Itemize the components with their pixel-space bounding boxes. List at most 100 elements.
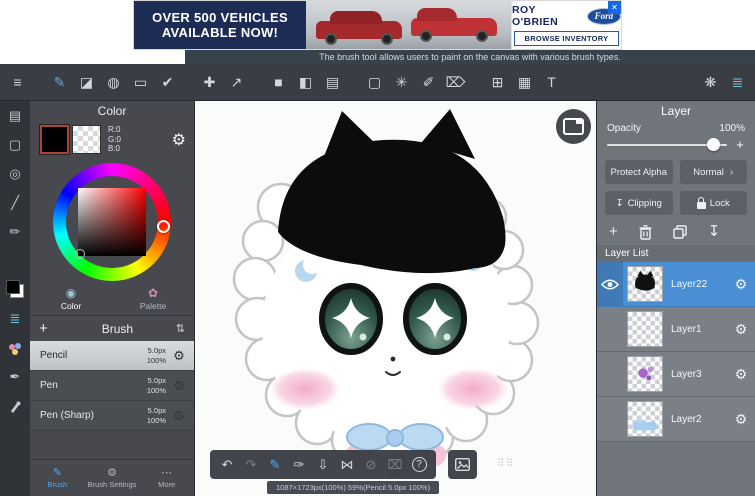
current-color-swatch[interactable] [6, 280, 24, 298]
shape-tool-icon[interactable]: ▭ [127, 64, 154, 100]
fullscreen-button[interactable] [556, 109, 591, 144]
sv-marker[interactable] [75, 249, 85, 259]
clear-icon[interactable]: ⌧ [383, 450, 407, 479]
lock-icon [697, 202, 706, 209]
magic-wand-tool-icon[interactable]: ✳ [388, 64, 415, 100]
brush-settings-gear-icon[interactable]: ⚙ [170, 348, 188, 364]
quick-toolbar: ↶↷✎✑⇩⋈⊘⌧? [210, 450, 436, 479]
delete-layer-button[interactable] [639, 225, 652, 240]
save-icon[interactable]: ⇩ [311, 450, 335, 479]
transparent-color-swatch[interactable] [72, 125, 101, 154]
select-rect-tool-icon[interactable]: ▢ [361, 64, 388, 100]
layers-panel-icon[interactable]: ≣ [724, 64, 751, 100]
layer-panel: Layer Opacity 100% + Protect Alpha Norma… [596, 101, 755, 496]
brush-row[interactable]: Pen (Sharp) 5.0px100% ⚙ [30, 401, 194, 431]
divide-view-icon[interactable]: ⊞ [484, 64, 511, 100]
opacity-plus-button[interactable]: + [735, 137, 745, 152]
layer-row-layer3[interactable]: Layer3 ⚙ [597, 352, 755, 397]
opacity-slider-thumb[interactable] [707, 138, 720, 151]
layer-row-layer22[interactable]: Layer22 ⚙ [597, 262, 755, 307]
correct-tool-icon[interactable]: ✔ [154, 64, 181, 100]
color-wheel[interactable] [53, 163, 171, 281]
layer-row-layer2[interactable]: Layer2 ⚙ [597, 397, 755, 442]
duplicate-layer-button[interactable] [673, 225, 687, 239]
lock-button[interactable]: Lock [680, 191, 748, 215]
clipping-button[interactable]: ↧ Clipping [605, 191, 673, 215]
select-pen-tool-icon[interactable]: ✐ [415, 64, 442, 100]
layer-visibility-toggle[interactable] [597, 307, 623, 351]
chevron-right-icon: › [730, 167, 733, 178]
layer-settings-gear-icon[interactable]: ⚙ [731, 276, 751, 293]
material-panel-icon[interactable]: ▦ [511, 64, 538, 100]
layer-settings-gear-icon[interactable]: ⚙ [731, 321, 751, 338]
smudge-tool-icon[interactable]: ◍ [100, 64, 127, 100]
foreground-color-swatch[interactable] [40, 125, 69, 154]
move-tool-icon[interactable]: ✚ [196, 64, 223, 100]
add-layer-button[interactable]: + [609, 224, 618, 240]
hand-color-picker-icon[interactable] [0, 333, 30, 362]
zoom-tool-icon[interactable]: ◎ [0, 159, 30, 188]
menu-icon[interactable]: ≡ [4, 64, 31, 100]
ad-banner[interactable]: OVER 500 VEHICLES AVAILABLE NOW! ROY O'B… [133, 0, 622, 50]
layer-thumbnail [627, 311, 663, 347]
eyedropper-strip-icon[interactable] [0, 391, 30, 420]
brush-row[interactable]: Pen 5.0px100% ⚙ [30, 371, 194, 401]
layer-panel-title: Layer [597, 101, 755, 122]
tab-more[interactable]: ⋯ More [139, 460, 194, 496]
layer-settings-gear-icon[interactable]: ⚙ [731, 411, 751, 428]
pencil-strip-icon[interactable]: ✏ [0, 217, 30, 246]
brush-sort-icon[interactable]: ⇅ [176, 322, 185, 335]
hue-marker[interactable] [157, 220, 170, 233]
tab-color[interactable]: ◉ Color [30, 285, 112, 315]
select-eraser-tool-icon[interactable]: ⌦ [442, 64, 469, 100]
guide-off-icon[interactable]: ⊘ [359, 450, 383, 479]
flip-icon[interactable]: ⋈ [335, 450, 359, 479]
reference-image-button[interactable] [448, 450, 477, 479]
merge-layer-button[interactable]: ↧ [708, 224, 721, 240]
paint-bucket-tool-icon[interactable]: ◧ [292, 64, 319, 100]
eyedropper-quick-icon[interactable]: ✑ [287, 450, 311, 479]
layer-list-label: Layer List [597, 245, 755, 262]
tab-brush[interactable]: ✎ Brush [30, 460, 85, 496]
eraser-tool-icon[interactable]: ◪ [73, 64, 100, 100]
color-swatch-row: R:0G:0B:0 ⚙ [30, 122, 194, 156]
ad-cta-button[interactable]: BROWSE INVENTORY [514, 31, 620, 46]
stylus-icon[interactable]: ✒ [0, 362, 30, 391]
layer-visibility-toggle[interactable] [597, 397, 623, 441]
protect-alpha-button[interactable]: Protect Alpha [605, 160, 673, 184]
layer-thumbnail [627, 356, 663, 392]
brush-settings-gear-icon[interactable]: ⚙ [170, 408, 188, 424]
tab-brush-settings[interactable]: ⚙ Brush Settings [85, 460, 140, 496]
saturation-value-square[interactable] [78, 188, 146, 256]
canvas[interactable]: ↶↷✎✑⇩⋈⊘⌧? ⠿⠿ 1087×1723px(100%) 59%(Penci… [195, 101, 596, 496]
transform-tool-icon[interactable]: ↗ [223, 64, 250, 100]
layers-strip-icon[interactable]: ≣ [0, 304, 30, 333]
add-brush-button[interactable]: + [39, 320, 59, 337]
layer-row-layer1[interactable]: Layer1 ⚙ [597, 307, 755, 352]
opacity-slider[interactable]: + [597, 134, 755, 155]
brush-quick-icon[interactable]: ✎ [263, 450, 287, 479]
select-launch-icon[interactable]: ▢ [0, 130, 30, 159]
layer-settings-gear-icon[interactable]: ⚙ [731, 366, 751, 383]
ad-close-button[interactable]: ✕ [608, 1, 621, 14]
brush-settings-gear-icon[interactable]: ⚙ [170, 378, 188, 394]
brush-tool-icon[interactable]: ✎ [46, 64, 73, 100]
tab-palette[interactable]: ✿ Palette [112, 285, 194, 315]
undo-icon[interactable]: ↶ [215, 450, 239, 479]
redo-icon[interactable]: ↷ [239, 450, 263, 479]
layer-visibility-toggle[interactable] [597, 352, 623, 396]
ruler-icon[interactable]: ╱ [0, 188, 30, 217]
help-icon[interactable]: ? [407, 450, 431, 479]
toolbar-drag-handle[interactable]: ⠿⠿ [491, 450, 520, 479]
symmetry-tool-icon[interactable]: ❋ [697, 64, 724, 100]
color-settings-gear-icon[interactable]: ⚙ [172, 130, 186, 150]
fill-rect-tool-icon[interactable]: ■ [265, 64, 292, 100]
blend-mode-button[interactable]: Normal › [680, 160, 748, 184]
left-icon-strip: ▤ ▢ ◎ ╱ ✏ ≣ ✒ [0, 101, 30, 496]
layer-visibility-toggle[interactable] [597, 262, 623, 306]
canvas-pages-icon[interactable]: ▤ [0, 101, 30, 130]
brush-row[interactable]: Pencil 5.0px100% ⚙ [30, 341, 194, 371]
layer-thumbnail [627, 266, 663, 302]
text-tool-icon[interactable]: T [538, 64, 565, 100]
gradient-tool-icon[interactable]: ▤ [319, 64, 346, 100]
